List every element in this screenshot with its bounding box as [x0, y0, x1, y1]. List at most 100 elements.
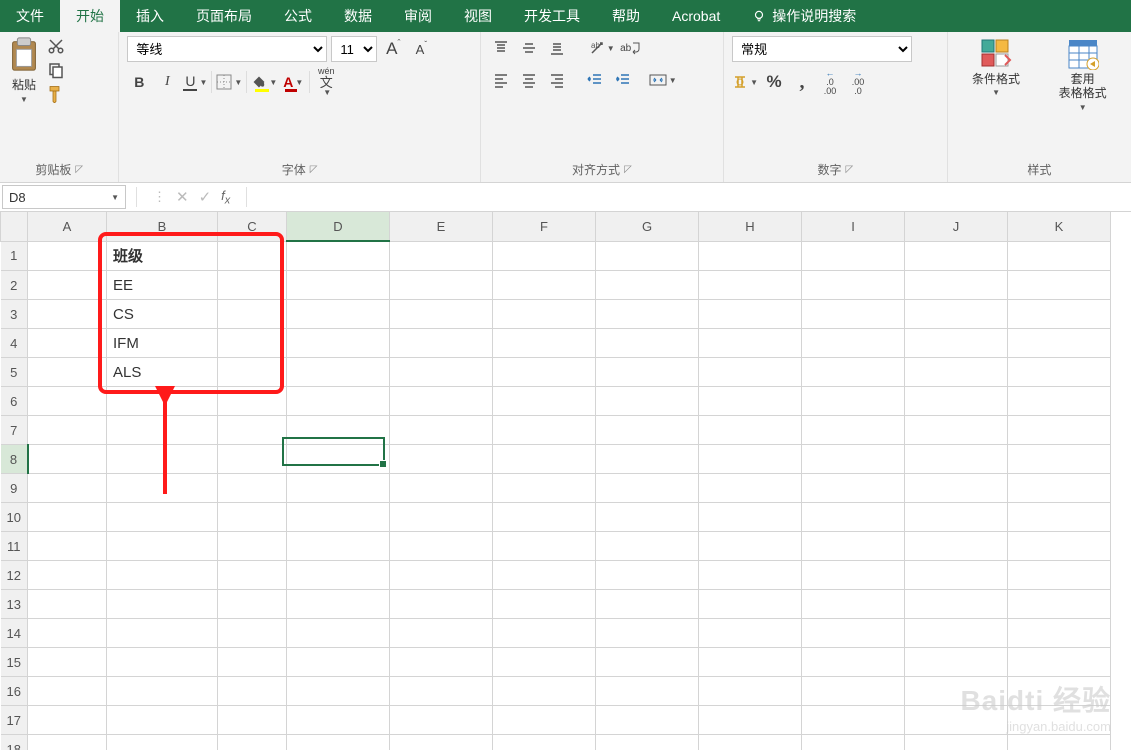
align-launcher[interactable]: ◸ — [624, 164, 632, 175]
cell-A12[interactable] — [28, 561, 107, 590]
cell-H12[interactable] — [699, 561, 802, 590]
cell-B7[interactable] — [107, 416, 218, 445]
cell-H17[interactable] — [699, 706, 802, 735]
cell-D1[interactable] — [287, 241, 390, 271]
cell-G8[interactable] — [596, 445, 699, 474]
cell-F10[interactable] — [493, 503, 596, 532]
col-header-G[interactable]: G — [596, 212, 699, 241]
row-header-5[interactable]: 5 — [1, 358, 28, 387]
align-bottom-button[interactable] — [545, 36, 569, 60]
font-name-combo[interactable]: 等线 — [127, 36, 327, 62]
cell-H18[interactable] — [699, 735, 802, 750]
cell-D15[interactable] — [287, 648, 390, 677]
row-header-16[interactable]: 16 — [1, 677, 28, 706]
cell-F18[interactable] — [493, 735, 596, 750]
cell-I1[interactable] — [802, 241, 905, 271]
cell-H4[interactable] — [699, 329, 802, 358]
increase-indent-button[interactable] — [611, 68, 635, 92]
cell-K14[interactable] — [1008, 619, 1111, 648]
col-header-B[interactable]: B — [107, 212, 218, 241]
cell-D4[interactable] — [287, 329, 390, 358]
cell-G7[interactable] — [596, 416, 699, 445]
formula-input[interactable] — [251, 186, 1131, 208]
cell-A17[interactable] — [28, 706, 107, 735]
cell-C18[interactable] — [218, 735, 287, 750]
format-painter-button[interactable] — [46, 84, 66, 104]
cell-H11[interactable] — [699, 532, 802, 561]
cell-G1[interactable] — [596, 241, 699, 271]
cell-C6[interactable] — [218, 387, 287, 416]
cell-I14[interactable] — [802, 619, 905, 648]
row-header-12[interactable]: 12 — [1, 561, 28, 590]
cell-H8[interactable] — [699, 445, 802, 474]
cell-F3[interactable] — [493, 300, 596, 329]
cell-C1[interactable] — [218, 241, 287, 271]
tab-help[interactable]: 帮助 — [596, 0, 656, 32]
row-header-15[interactable]: 15 — [1, 648, 28, 677]
row-header-6[interactable]: 6 — [1, 387, 28, 416]
cell-G18[interactable] — [596, 735, 699, 750]
font-launcher[interactable]: ◸ — [310, 164, 318, 175]
cell-G9[interactable] — [596, 474, 699, 503]
cell-J6[interactable] — [905, 387, 1008, 416]
cell-D11[interactable] — [287, 532, 390, 561]
tab-formulas[interactable]: 公式 — [268, 0, 328, 32]
cell-B16[interactable] — [107, 677, 218, 706]
cell-G6[interactable] — [596, 387, 699, 416]
cell-K2[interactable] — [1008, 271, 1111, 300]
conditional-format-button[interactable]: 条件格式 ▼ — [968, 36, 1024, 100]
merge-center-button[interactable]: ▼ — [649, 68, 677, 92]
cell-C3[interactable] — [218, 300, 287, 329]
cell-F5[interactable] — [493, 358, 596, 387]
cell-K11[interactable] — [1008, 532, 1111, 561]
cell-B9[interactable] — [107, 474, 218, 503]
cell-G14[interactable] — [596, 619, 699, 648]
decrease-indent-button[interactable] — [583, 68, 607, 92]
cell-F17[interactable] — [493, 706, 596, 735]
row-header-13[interactable]: 13 — [1, 590, 28, 619]
cell-E6[interactable] — [390, 387, 493, 416]
cell-A11[interactable] — [28, 532, 107, 561]
cell-H6[interactable] — [699, 387, 802, 416]
cell-J5[interactable] — [905, 358, 1008, 387]
percent-button[interactable]: % — [762, 70, 786, 94]
cell-F9[interactable] — [493, 474, 596, 503]
cell-B10[interactable] — [107, 503, 218, 532]
cell-I17[interactable] — [802, 706, 905, 735]
cell-F4[interactable] — [493, 329, 596, 358]
cell-I11[interactable] — [802, 532, 905, 561]
tab-file[interactable]: 文件 — [0, 0, 60, 32]
cell-H10[interactable] — [699, 503, 802, 532]
cell-E4[interactable] — [390, 329, 493, 358]
cell-B3[interactable]: CS — [107, 300, 218, 329]
row-header-18[interactable]: 18 — [1, 735, 28, 750]
cell-C2[interactable] — [218, 271, 287, 300]
cell-I13[interactable] — [802, 590, 905, 619]
cell-A14[interactable] — [28, 619, 107, 648]
cell-B17[interactable] — [107, 706, 218, 735]
cell-D2[interactable] — [287, 271, 390, 300]
align-right-button[interactable] — [545, 68, 569, 92]
cell-C9[interactable] — [218, 474, 287, 503]
cell-F14[interactable] — [493, 619, 596, 648]
copy-button[interactable] — [46, 60, 66, 80]
formula-options-icon[interactable]: ⋮ — [153, 189, 166, 205]
cell-J9[interactable] — [905, 474, 1008, 503]
col-header-F[interactable]: F — [493, 212, 596, 241]
cancel-formula-button[interactable]: ✕ — [176, 188, 189, 206]
tab-insert[interactable]: 插入 — [120, 0, 180, 32]
cell-G16[interactable] — [596, 677, 699, 706]
cell-A7[interactable] — [28, 416, 107, 445]
cell-D10[interactable] — [287, 503, 390, 532]
orientation-button[interactable]: ab▼ — [589, 36, 615, 60]
cell-A6[interactable] — [28, 387, 107, 416]
cell-H13[interactable] — [699, 590, 802, 619]
enter-formula-button[interactable]: ✓ — [199, 188, 212, 206]
cell-C14[interactable] — [218, 619, 287, 648]
row-header-9[interactable]: 9 — [1, 474, 28, 503]
cell-A10[interactable] — [28, 503, 107, 532]
comma-button[interactable]: , — [790, 70, 814, 94]
font-size-combo[interactable]: 11 — [331, 36, 377, 62]
tab-home[interactable]: 开始 — [60, 0, 120, 32]
tab-acrobat[interactable]: Acrobat — [656, 0, 736, 32]
